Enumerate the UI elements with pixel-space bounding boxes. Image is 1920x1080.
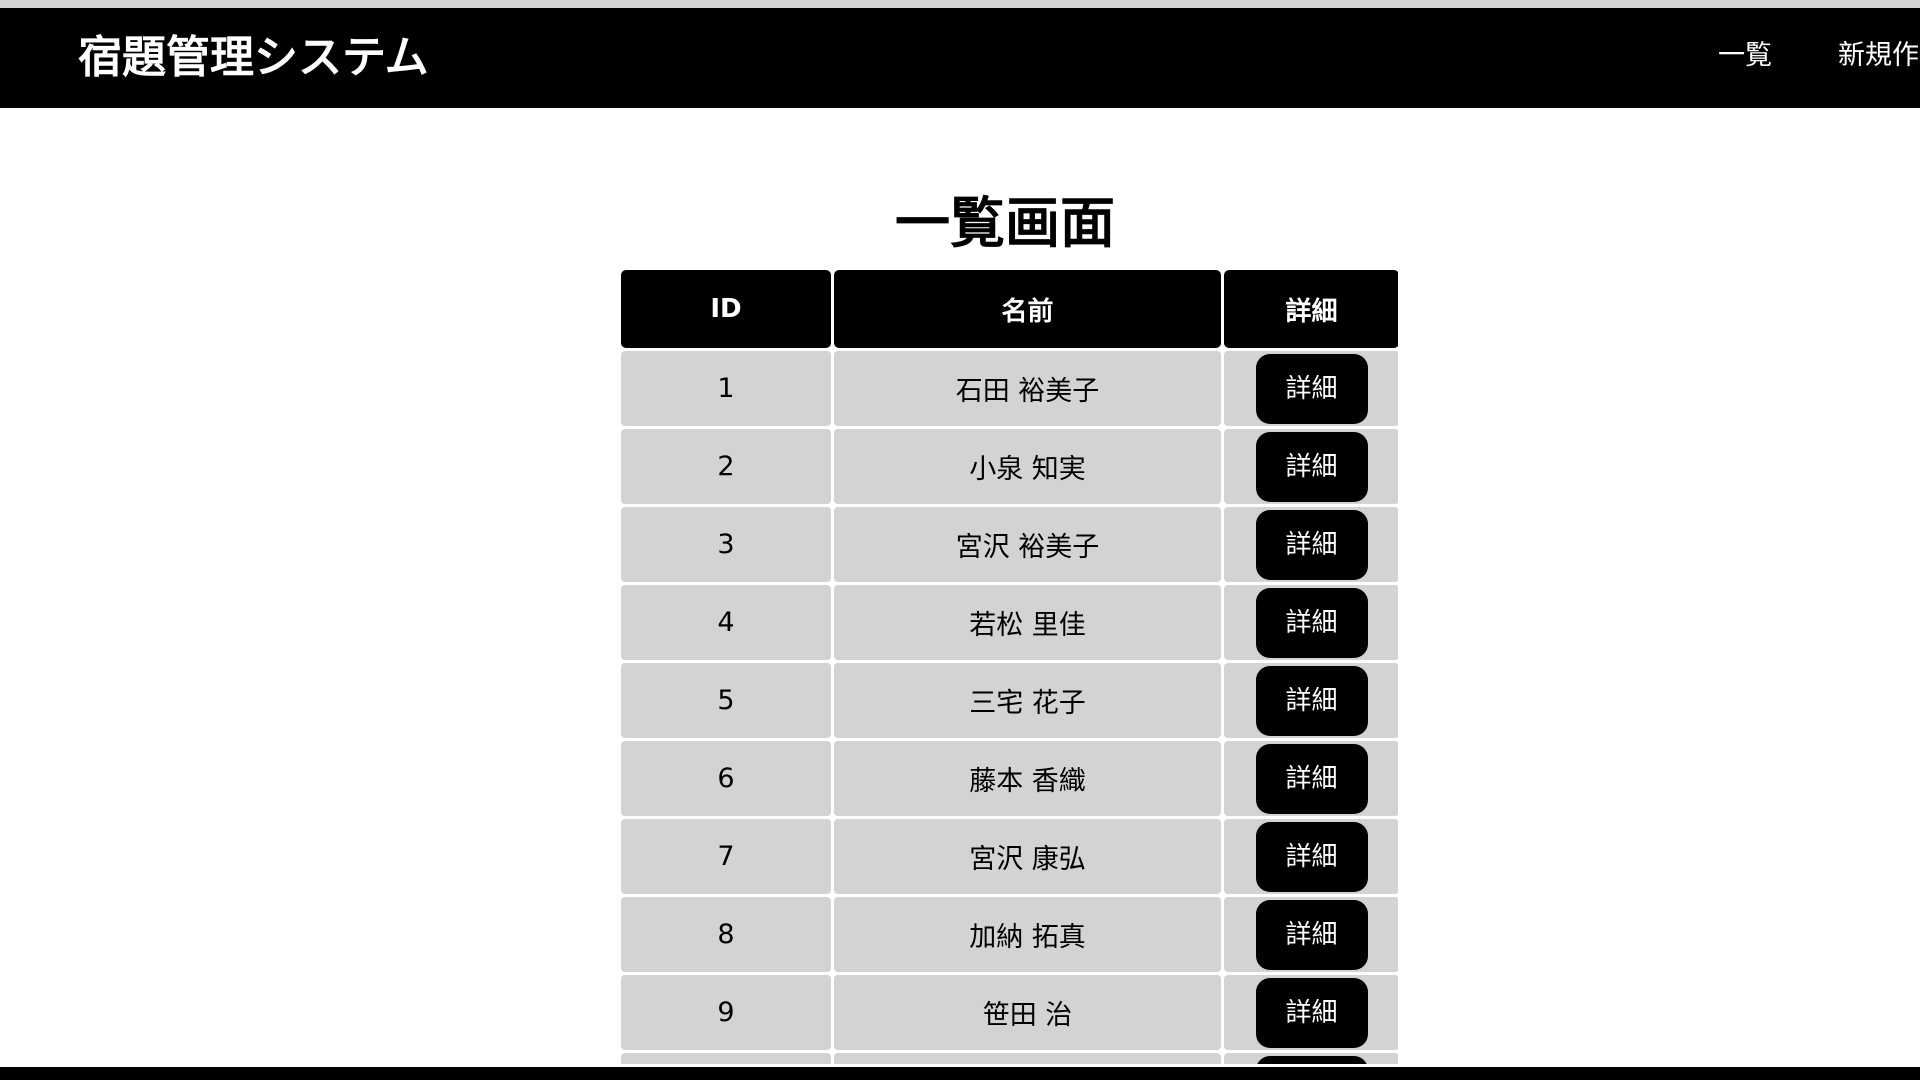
detail-button[interactable]: 詳細: [1255, 509, 1368, 580]
detail-button[interactable]: 詳細: [1255, 743, 1368, 814]
cell-name: 小泉 知実: [834, 429, 1221, 504]
table-row: 6 藤本 香織 詳細: [621, 741, 1398, 816]
cell-id: 7: [621, 819, 831, 894]
detail-button[interactable]: 詳細: [1255, 1055, 1368, 1064]
cell-id: 1: [621, 351, 831, 426]
homework-table-container[interactable]: ID 名前 詳細 1 石田 裕美子 詳細 2 小泉 知実 詳細 3 宮沢 裕美子 詳細 4 若松 里…: [618, 267, 1398, 1064]
window-bottom-edge: [0, 1067, 1920, 1080]
cell-name: 宮沢 康弘: [834, 819, 1221, 894]
window-top-edge: [0, 0, 1920, 8]
cell-id: 3: [621, 507, 831, 582]
detail-button[interactable]: 詳細: [1255, 665, 1368, 736]
app-header: 宿題管理システム 一覧 新規作成: [0, 8, 1920, 108]
cell-detail: 詳細: [1224, 507, 1398, 582]
homework-table: ID 名前 詳細 1 石田 裕美子 詳細 2 小泉 知実 詳細 3 宮沢 裕美子 詳細 4 若松 里…: [618, 267, 1398, 1064]
cell-id: 5: [621, 663, 831, 738]
cell-id: [621, 1053, 831, 1064]
page-title: 一覧画面: [894, 191, 1115, 255]
cell-name: 石田 裕美子: [834, 351, 1221, 426]
column-header-name: 名前: [834, 270, 1221, 348]
cell-detail: 詳細: [1224, 351, 1398, 426]
cell-id: 9: [621, 975, 831, 1050]
app-title: 宿題管理システム: [78, 32, 429, 83]
table-row: 詳細: [621, 1053, 1398, 1064]
cell-detail: 詳細: [1224, 585, 1398, 660]
table-row: 4 若松 里佳 詳細: [621, 585, 1398, 660]
cell-name: 三宅 花子: [834, 663, 1221, 738]
detail-button[interactable]: 詳細: [1255, 821, 1368, 892]
cell-name: 宮沢 裕美子: [834, 507, 1221, 582]
cell-detail: 詳細: [1224, 741, 1398, 816]
cell-detail: 詳細: [1224, 1053, 1398, 1064]
cell-detail: 詳細: [1224, 897, 1398, 972]
cell-id: 2: [621, 429, 831, 504]
cell-detail: 詳細: [1224, 819, 1398, 894]
table-header-row: ID 名前 詳細: [621, 270, 1398, 348]
detail-button[interactable]: 詳細: [1255, 431, 1368, 502]
detail-button[interactable]: 詳細: [1255, 353, 1368, 424]
table-row: 8 加納 拓真 詳細: [621, 897, 1398, 972]
column-header-detail: 詳細: [1224, 270, 1398, 348]
cell-id: 4: [621, 585, 831, 660]
table-row: 9 笹田 治詳細: [621, 975, 1398, 1050]
table-body: 1 石田 裕美子 詳細 2 小泉 知実 詳細 3 宮沢 裕美子 詳細 4 若松 里佳 詳細 5 三宅 花子…: [621, 351, 1398, 1064]
cell-detail: 詳細: [1224, 663, 1398, 738]
nav-link-list[interactable]: 一覧: [1718, 36, 1772, 76]
cell-id: 8: [621, 897, 831, 972]
table-row: 1 石田 裕美子 詳細: [621, 351, 1398, 426]
detail-button[interactable]: 詳細: [1255, 587, 1368, 658]
cell-detail: 詳細: [1224, 429, 1398, 504]
table-row: 5 三宅 花子 詳細: [621, 663, 1398, 738]
cell-id: 6: [621, 741, 831, 816]
detail-button[interactable]: 詳細: [1255, 977, 1368, 1048]
cell-name: 藤本 香織: [834, 741, 1221, 816]
detail-button[interactable]: 詳細: [1255, 899, 1368, 970]
table-row: 7 宮沢 康弘 詳細: [621, 819, 1398, 894]
cell-name: 加納 拓真: [834, 897, 1221, 972]
cell-name: 笹田 治: [834, 975, 1221, 1050]
cell-name: [834, 1053, 1221, 1064]
cell-detail: 詳細: [1224, 975, 1398, 1050]
column-header-id: ID: [621, 270, 831, 348]
cell-name: 若松 里佳: [834, 585, 1221, 660]
nav-link-new[interactable]: 新規作成: [1838, 36, 1920, 76]
table-row: 3 宮沢 裕美子 詳細: [621, 507, 1398, 582]
table-row: 2 小泉 知実 詳細: [621, 429, 1398, 504]
